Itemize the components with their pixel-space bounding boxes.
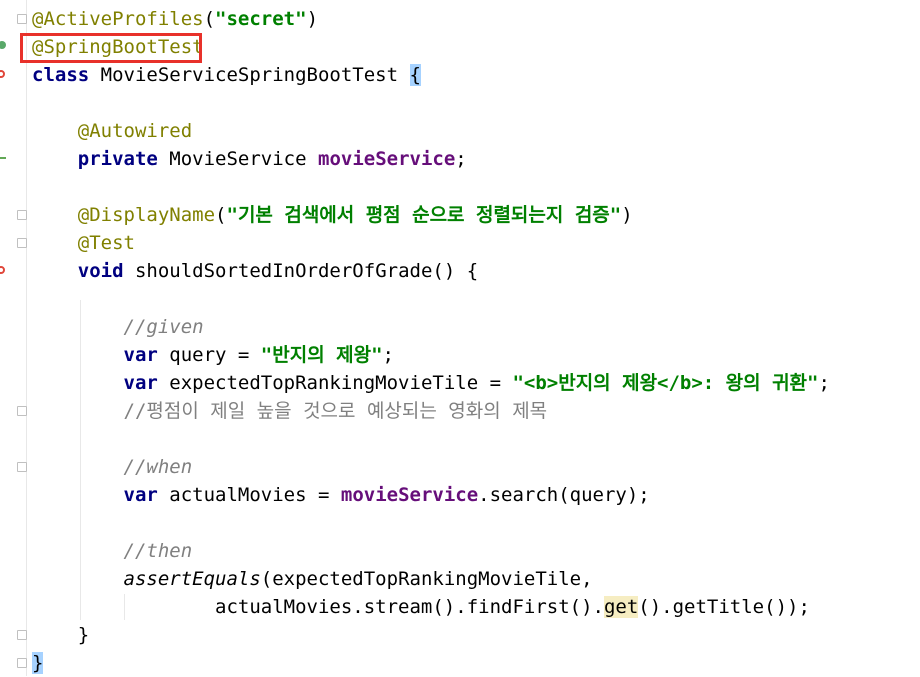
- class-name: MovieServiceSpringBootTest: [89, 64, 410, 86]
- method-call: .search(query);: [478, 484, 650, 506]
- code-line-22: actualMovies.stream().findFirst().get().…: [32, 593, 810, 621]
- fold-marker-icon[interactable]: [17, 658, 27, 668]
- code-line-24: }: [32, 649, 44, 677]
- comment: //then: [123, 540, 193, 562]
- fold-marker-icon[interactable]: [17, 462, 27, 472]
- code-line-21: assertEquals(expectedTopRankingMovieTile…: [32, 565, 593, 593]
- string-literal: "기본 검색에서 평점 순으로 정렬되는지 검증": [226, 204, 622, 226]
- static-method: assertEquals: [123, 568, 261, 590]
- fold-marker-icon[interactable]: [17, 406, 27, 416]
- code-line-10: void shouldSortedInOrderOfGrade() {: [32, 257, 478, 285]
- keyword: var: [123, 344, 158, 366]
- semicolon: ;: [818, 372, 830, 394]
- comment: //평점이 제일 높을 것으로 예상되는 영화의 제목: [123, 400, 548, 422]
- keyword: class: [32, 64, 90, 86]
- paren: ): [621, 204, 633, 226]
- type-name: MovieService: [157, 148, 318, 170]
- code-line-20: //then: [32, 537, 193, 565]
- bean-injection-icon[interactable]: [0, 151, 6, 159]
- variable-decl: actualMovies =: [157, 484, 341, 506]
- field-name: movieService: [340, 484, 479, 506]
- annotation: @Autowired: [77, 120, 193, 142]
- code-line-8: @DisplayName("기본 검색에서 평점 순으로 정렬되는지 검증"): [32, 201, 633, 229]
- code-line-12: //given: [32, 313, 204, 341]
- highlight-box: [20, 33, 202, 63]
- comment: //when: [123, 456, 193, 478]
- paren: (: [215, 204, 227, 226]
- matched-brace: }: [32, 652, 44, 674]
- variable-decl: expectedTopRankingMovieTile =: [157, 372, 513, 394]
- string-literal: "secret": [215, 8, 307, 30]
- code-line-18: var actualMovies = movieService.search(q…: [32, 481, 650, 509]
- fold-marker-icon[interactable]: [17, 630, 27, 640]
- gutter-divider: [26, 0, 27, 676]
- semicolon: ;: [382, 344, 394, 366]
- code-line-3: class MovieServiceSpringBootTest {: [32, 61, 421, 89]
- code-line-23: }: [32, 621, 89, 649]
- keyword: private: [77, 148, 158, 170]
- code-line-13: var query = "반지의 제왕";: [32, 341, 394, 369]
- keyword: void: [77, 260, 124, 282]
- closing-brace: }: [77, 624, 90, 646]
- method-chain: actualMovies.stream().findFirst().: [215, 596, 604, 618]
- keyword: var: [123, 372, 158, 394]
- fold-marker-icon[interactable]: [17, 210, 27, 220]
- annotation: @Test: [77, 232, 135, 254]
- fold-marker-icon[interactable]: [17, 14, 27, 24]
- code-line-14: var expectedTopRankingMovieTile = "<b>반지…: [32, 369, 830, 397]
- comment: //given: [123, 316, 204, 338]
- variable-decl: query =: [157, 344, 261, 366]
- string-literal: "<b>반지의 제왕</b>: 왕의 귀환": [512, 372, 819, 394]
- method-signature: shouldSortedInOrderOfGrade() {: [123, 260, 479, 282]
- code-line-5: @Autowired: [32, 117, 192, 145]
- paren: (: [203, 8, 216, 30]
- highlighted-call: get: [603, 596, 639, 618]
- semicolon: ;: [455, 148, 467, 170]
- keyword: var: [123, 484, 158, 506]
- annotation: @ActiveProfiles: [32, 8, 204, 30]
- method-args: (expectedTopRankingMovieTile,: [260, 568, 593, 590]
- matched-brace: {: [409, 64, 421, 86]
- code-editor[interactable]: @ActiveProfiles("secret") @SpringBootTes…: [32, 5, 920, 676]
- field-name: movieService: [318, 148, 456, 170]
- string-literal: "반지의 제왕": [260, 344, 383, 366]
- code-line-9: @Test: [32, 229, 135, 257]
- paren: ): [306, 8, 319, 30]
- editor-gutter: [0, 0, 28, 676]
- code-line-17: //when: [32, 453, 193, 481]
- code-line-15: //평점이 제일 높을 것으로 예상되는 영화의 제목: [32, 397, 548, 425]
- code-line-6: private MovieService movieService;: [32, 145, 467, 173]
- method-chain-end: ().getTitle());: [638, 596, 810, 618]
- annotation: @DisplayName: [77, 204, 216, 226]
- code-line-1: @ActiveProfiles("secret"): [32, 5, 318, 33]
- fold-marker-icon[interactable]: [17, 238, 27, 248]
